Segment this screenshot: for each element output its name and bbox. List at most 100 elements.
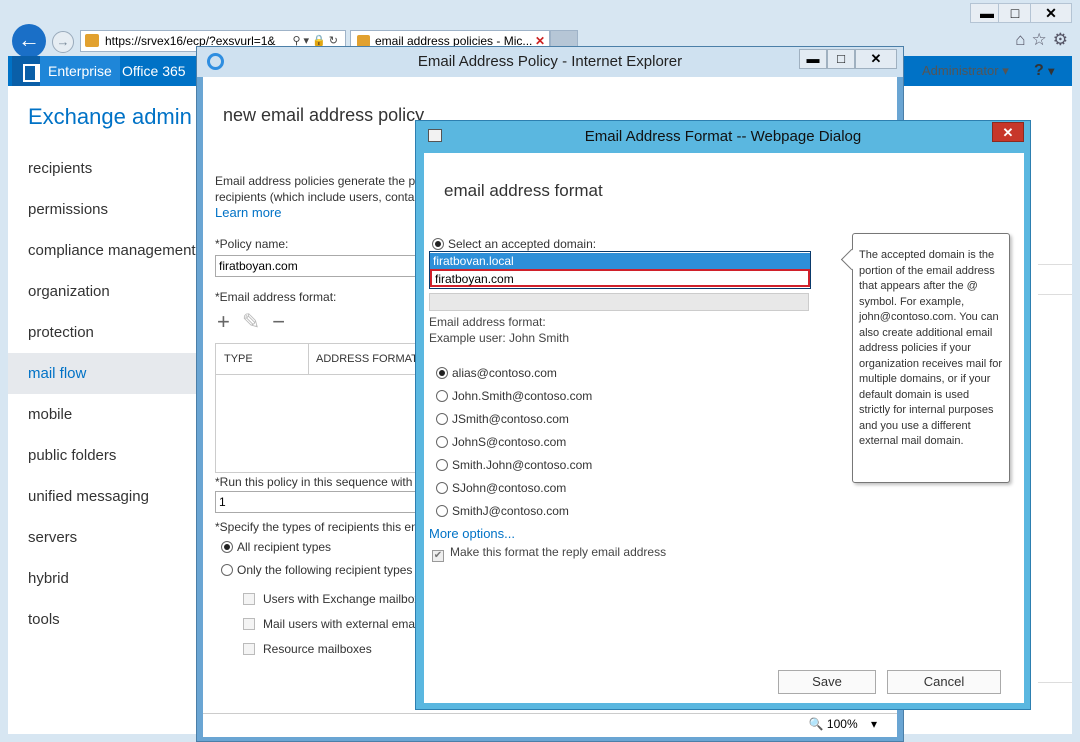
radio-label: Smith.John@contoso.com [452, 458, 593, 472]
checkbox-icon [243, 593, 255, 605]
more-options-link[interactable]: More options... [429, 526, 515, 541]
format-toolbar: +✎− [217, 309, 297, 335]
learn-more-link[interactable]: Learn more [215, 205, 281, 220]
close-button[interactable]: ✕ [1030, 3, 1072, 23]
all-recipient-types-radio[interactable]: All recipient types [221, 540, 331, 554]
nav-item-mobile[interactable]: mobile [8, 394, 196, 435]
radio-label: All recipient types [237, 540, 332, 554]
checkbox-label: Mail users with external emai [263, 617, 418, 631]
nav-item-unified-messaging[interactable]: unified messaging [8, 476, 196, 517]
domain-tooltip: The accepted domain is the portion of th… [852, 233, 1010, 483]
dialog-heading: email address format [444, 181, 603, 200]
only-following-recipient-types-radio[interactable]: Only the following recipient types [221, 563, 412, 577]
radio-label: JSmith@contoso.com [452, 412, 569, 426]
maximize-button[interactable]: □ [998, 3, 1032, 23]
user-menu[interactable]: Administrator ▾ [922, 56, 1009, 86]
favorites-star-icon[interactable]: ☆ [1032, 30, 1053, 49]
radio-checked-icon [432, 238, 444, 250]
nav-item-compliance-management[interactable]: compliance management [8, 230, 196, 271]
radio-label: SJohn@contoso.com [452, 481, 567, 495]
radio-unchecked-icon [436, 505, 448, 517]
users-with-exchange-mailbox-checkbox[interactable]: Users with Exchange mailbox [243, 592, 420, 606]
email-format-label: *Email address format: [215, 290, 337, 304]
forward-button[interactable]: → [52, 31, 74, 53]
header-office365-link[interactable]: Office 365 [114, 56, 194, 86]
format-option-radio[interactable]: John.Smith@contoso.com [436, 389, 592, 403]
checkbox-checked-icon: ✔ [432, 550, 444, 562]
reply-address-checkbox[interactable]: ✔ Make this format the reply email addres… [432, 545, 666, 562]
add-icon[interactable]: + [217, 309, 242, 334]
policy-maximize-button[interactable]: □ [827, 49, 855, 69]
zoom-control[interactable]: 🔍 100% ▾ [809, 717, 877, 731]
resource-mailboxes-checkbox[interactable]: Resource mailboxes [243, 642, 372, 656]
help-icon: ? [1034, 62, 1044, 79]
table-header-type[interactable]: TYPE [216, 344, 253, 374]
format-table: TYPE ADDRESS FORMAT [215, 343, 421, 473]
radio-label: alias@contoso.com [452, 366, 557, 380]
format-option-radio[interactable]: SJohn@contoso.com [436, 481, 566, 495]
nav-item-hybrid[interactable]: hybrid [8, 558, 196, 599]
policy-close-button[interactable]: ✕ [855, 49, 897, 69]
user-name: Administrator [922, 63, 999, 78]
sequence-input[interactable]: 1 [215, 491, 421, 513]
checkbox-icon [243, 643, 255, 655]
nav-item-permissions[interactable]: permissions [8, 189, 196, 230]
policy-status-bar: 🔍 100% ▾ [203, 713, 897, 737]
radio-unchecked-icon [436, 413, 448, 425]
remove-icon[interactable]: − [272, 309, 297, 334]
edit-pencil-icon[interactable]: ✎ [242, 309, 272, 334]
select-accepted-domain-radio[interactable]: Select an accepted domain: [432, 237, 596, 251]
policy-description: Email address policies generate the pr r… [215, 173, 415, 205]
dialog-close-button[interactable]: ✕ [992, 122, 1024, 142]
nav-item-public-folders[interactable]: public folders [8, 435, 196, 476]
zoom-icon: 🔍 [808, 717, 824, 731]
settings-gear-icon[interactable]: ⚙ [1053, 30, 1074, 49]
domain-option-highlighted[interactable]: firatboyan.com [430, 269, 810, 287]
accepted-domain-list[interactable]: firatbovan.local firatboyan.com [429, 251, 811, 289]
divider [1038, 682, 1072, 683]
radio-checked-icon [221, 541, 233, 553]
checkbox-label: Make this format the reply email address [450, 545, 667, 559]
policy-heading: new email address policy [223, 105, 425, 125]
dialog-titlebar: Email Address Format -- Webpage Dialog ✕ [416, 121, 1030, 151]
back-button[interactable]: ← [12, 24, 46, 58]
home-icon[interactable]: ⌂ [1015, 30, 1031, 49]
nav-item-organization[interactable]: organization [8, 271, 196, 312]
domain-option-selected[interactable]: firatbovan.local [430, 253, 810, 269]
nav-item-servers[interactable]: servers [8, 517, 196, 558]
format-option-radio[interactable]: SmithJ@contoso.com [436, 504, 569, 518]
save-button[interactable]: Save [778, 670, 876, 694]
help-menu[interactable]: ? ▾ [1034, 56, 1054, 86]
zoom-level: 100% [826, 717, 858, 731]
mail-users-external-checkbox[interactable]: Mail users with external emai [243, 617, 418, 631]
recipient-types-label: *Specify the types of recipients this en [215, 520, 418, 534]
nav-item-tools[interactable]: tools [8, 599, 196, 640]
policy-minimize-button[interactable]: ▬ [799, 49, 827, 69]
browser-right-icons: ⌂☆⚙ [1015, 30, 1074, 50]
format-option-radio[interactable]: Smith.John@contoso.com [436, 458, 592, 472]
nav-item-protection[interactable]: protection [8, 312, 196, 353]
format-option-radio[interactable]: JohnS@contoso.com [436, 435, 566, 449]
disabled-domain-field [429, 293, 809, 311]
cancel-button[interactable]: Cancel [887, 670, 1001, 694]
policy-window-titlebar: Email Address Policy - Internet Explorer… [197, 47, 903, 77]
radio-unchecked-icon [436, 436, 448, 448]
left-nav: recipients permissions compliance manage… [8, 148, 196, 640]
nav-item-recipients[interactable]: recipients [8, 148, 196, 189]
header-enterprise-link[interactable]: Enterprise [40, 56, 120, 86]
radio-checked-icon [436, 367, 448, 379]
example-user-label: Example user: John Smith [429, 331, 570, 345]
site-favicon-icon [85, 34, 99, 47]
sequence-label: *Run this policy in this sequence with [215, 475, 413, 489]
dialog-title: Email Address Format -- Webpage Dialog [584, 128, 862, 145]
policy-name-input[interactable]: firatboyan.com [215, 255, 421, 277]
checkbox-label: Resource mailboxes [263, 642, 372, 656]
checkbox-label: Users with Exchange mailbox [263, 592, 421, 606]
divider [1038, 294, 1072, 295]
radio-unchecked-icon [436, 482, 448, 494]
nav-item-mail-flow[interactable]: mail flow [8, 353, 196, 394]
format-option-radio[interactable]: JSmith@contoso.com [436, 412, 569, 426]
format-option-radio[interactable]: alias@contoso.com [436, 366, 557, 380]
table-header-address-format[interactable]: ADDRESS FORMAT [308, 344, 418, 374]
radio-unchecked-icon [221, 564, 233, 576]
